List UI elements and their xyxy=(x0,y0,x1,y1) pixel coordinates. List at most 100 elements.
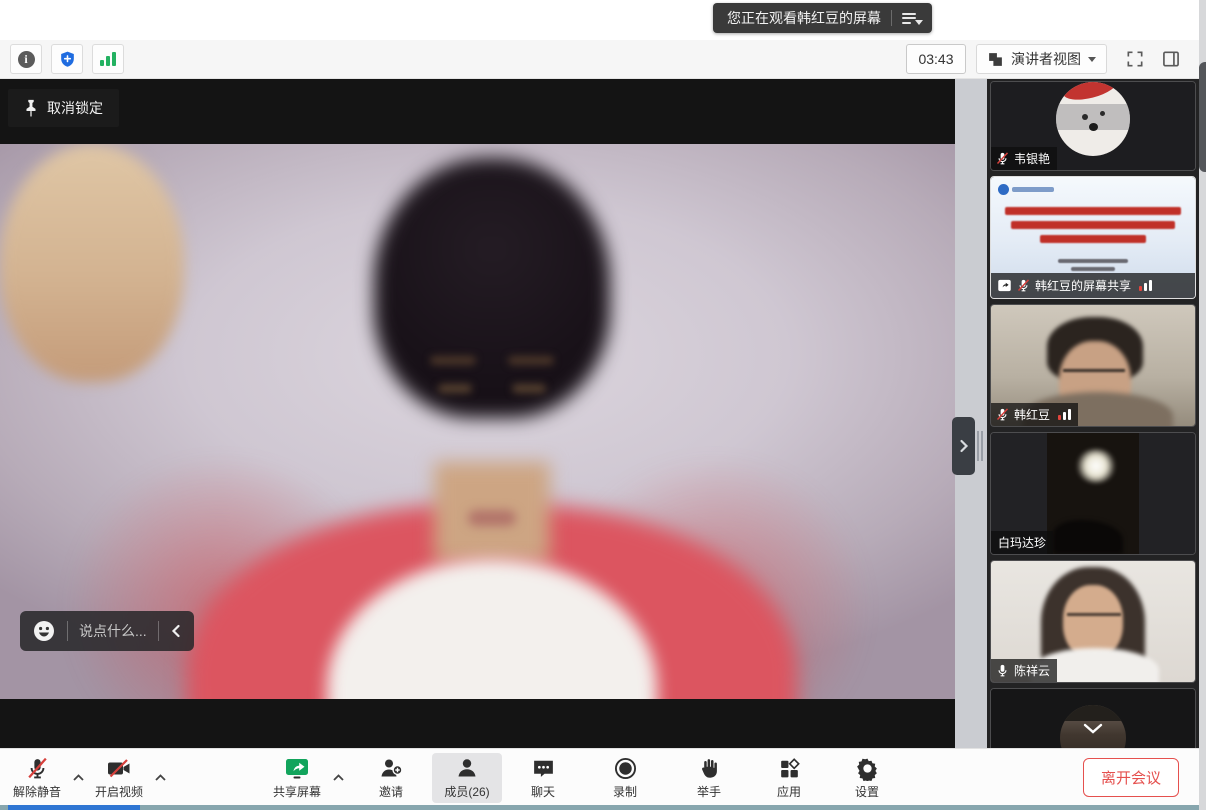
view-mode-label: 演讲者视图 xyxy=(1011,49,1081,69)
chevron-up-icon xyxy=(73,774,84,781)
audio-options-chevron[interactable] xyxy=(68,753,88,803)
security-button[interactable] xyxy=(51,44,83,74)
mic-muted-icon xyxy=(1016,278,1031,293)
chevron-right-icon xyxy=(959,439,969,453)
chat-button[interactable]: 聊天 xyxy=(512,753,574,803)
chat-label: 聊天 xyxy=(531,783,555,800)
meeting-timer: 03:43 xyxy=(906,44,966,74)
view-options-menu-icon[interactable] xyxy=(902,13,922,24)
participant-tile[interactable]: 韩红豆 xyxy=(990,304,1196,427)
pill-divider xyxy=(158,621,159,641)
participant-tile[interactable]: 白玛达珍 xyxy=(990,432,1196,555)
emoji-icon[interactable] xyxy=(32,619,56,643)
quick-message-bar: 说点什么... xyxy=(20,611,194,651)
bottom-toolbar: 解除静音 开启视频 共享屏幕 xyxy=(0,748,1199,805)
panel-resize-gutter[interactable] xyxy=(955,79,987,748)
meeting-timer-value: 03:43 xyxy=(918,51,953,67)
members-button[interactable]: 成员(26) xyxy=(432,753,502,803)
unmute-label: 解除静音 xyxy=(13,783,61,800)
unpin-button[interactable]: 取消锁定 xyxy=(8,89,119,127)
signal-bars-icon xyxy=(1058,409,1071,420)
info-icon: i xyxy=(18,51,35,68)
camera-off-icon xyxy=(106,756,132,781)
main-stage: 取消锁定 说点什么... xyxy=(0,79,955,748)
mic-on-icon xyxy=(995,663,1010,678)
apps-icon xyxy=(777,756,802,781)
pin-icon xyxy=(24,99,38,117)
participant-name: 韩红豆 xyxy=(1014,406,1050,423)
fullscreen-icon xyxy=(1125,49,1145,69)
settings-button[interactable]: 设置 xyxy=(836,753,898,803)
meeting-info-button[interactable]: i xyxy=(10,44,42,74)
chevron-left-icon[interactable] xyxy=(170,624,182,638)
leave-meeting-button[interactable]: 离开会议 xyxy=(1083,758,1179,797)
network-quality-button[interactable] xyxy=(92,44,124,74)
participant-name: 韦银艳 xyxy=(1014,150,1050,167)
speaker-view-icon xyxy=(987,51,1004,68)
invite-label: 邀请 xyxy=(379,783,403,800)
participant-namebar: 白玛达珍 xyxy=(991,531,1053,554)
record-label: 录制 xyxy=(613,783,637,800)
slide-logo xyxy=(998,184,1054,195)
collapse-sidebar-button[interactable] xyxy=(952,417,975,475)
settings-label: 设置 xyxy=(855,783,879,800)
fullscreen-button[interactable] xyxy=(1125,49,1145,69)
video-options-chevron[interactable] xyxy=(150,753,170,803)
speaker-eye xyxy=(512,384,546,393)
record-button[interactable]: 录制 xyxy=(594,753,656,803)
window-top-strip: 您正在观看韩红豆的屏幕 xyxy=(0,0,1199,40)
chevron-up-icon xyxy=(333,774,344,781)
screen-share-tile[interactable]: 韩红豆的屏幕共享 xyxy=(990,176,1196,299)
taskbar-highlight xyxy=(8,805,140,810)
participant-tile[interactable]: 陈祥云 xyxy=(990,560,1196,683)
raise-hand-label: 举手 xyxy=(697,783,721,800)
participant-tile[interactable]: 韦银艳 xyxy=(990,81,1196,171)
drag-handle[interactable] xyxy=(977,431,983,461)
participant-tile[interactable] xyxy=(990,688,1196,748)
share-screen-icon xyxy=(284,756,310,781)
view-mode-dropdown[interactable]: 演讲者视图 xyxy=(976,44,1107,74)
wallpaper-shape xyxy=(1199,62,1206,172)
apps-label: 应用 xyxy=(777,783,801,800)
start-video-button[interactable]: 开启视频 xyxy=(88,753,150,803)
share-screen-button[interactable]: 共享屏幕 xyxy=(266,753,328,803)
start-video-label: 开启视频 xyxy=(95,783,143,800)
side-panel-toggle-button[interactable] xyxy=(1161,49,1181,69)
mic-muted-icon xyxy=(25,756,50,781)
apps-button[interactable]: 应用 xyxy=(758,753,820,803)
watching-screen-text: 您正在观看韩红豆的屏幕 xyxy=(727,8,881,28)
speaker-mouth xyxy=(468,510,516,526)
speaker-face xyxy=(0,144,184,382)
leave-meeting-label: 离开会议 xyxy=(1101,767,1161,788)
share-options-chevron[interactable] xyxy=(328,753,348,803)
participant-name: 陈祥云 xyxy=(1014,662,1050,679)
content-area: 取消锁定 说点什么... xyxy=(0,79,1199,748)
signal-bars-icon xyxy=(99,51,117,67)
participant-namebar: 陈祥云 xyxy=(991,659,1057,682)
pill-divider xyxy=(67,621,68,641)
participant-video xyxy=(991,689,1195,748)
chevron-up-icon xyxy=(155,774,166,781)
speaker-brow xyxy=(508,356,554,365)
chevron-down-icon xyxy=(1088,57,1096,62)
speaker-eye xyxy=(438,384,472,393)
side-panel-icon xyxy=(1161,49,1181,69)
desktop-edge xyxy=(1199,0,1206,810)
unpin-label: 取消锁定 xyxy=(47,98,103,118)
invite-button[interactable]: 邀请 xyxy=(360,753,422,803)
scroll-more-chevron-down-icon[interactable] xyxy=(1083,723,1103,735)
participant-namebar: 韦银艳 xyxy=(991,147,1057,170)
participant-name: 韩红豆的屏幕共享 xyxy=(1035,277,1131,294)
avatar xyxy=(1056,82,1130,156)
members-label: 成员(26) xyxy=(444,783,489,800)
chat-icon xyxy=(531,756,556,781)
meeting-window: 您正在观看韩红豆的屏幕 i 03:43 xyxy=(0,0,1199,805)
mic-muted-icon xyxy=(995,151,1010,166)
watching-screen-banner: 您正在观看韩红豆的屏幕 xyxy=(713,3,932,33)
message-input[interactable]: 说点什么... xyxy=(79,621,147,641)
unmute-button[interactable]: 解除静音 xyxy=(6,753,68,803)
raise-hand-button[interactable]: 举手 xyxy=(678,753,740,803)
top-toolbar: i 03:43 演讲者视图 xyxy=(0,40,1199,79)
participant-namebar: 韩红豆的屏幕共享 xyxy=(991,273,1195,298)
members-icon xyxy=(454,756,480,781)
